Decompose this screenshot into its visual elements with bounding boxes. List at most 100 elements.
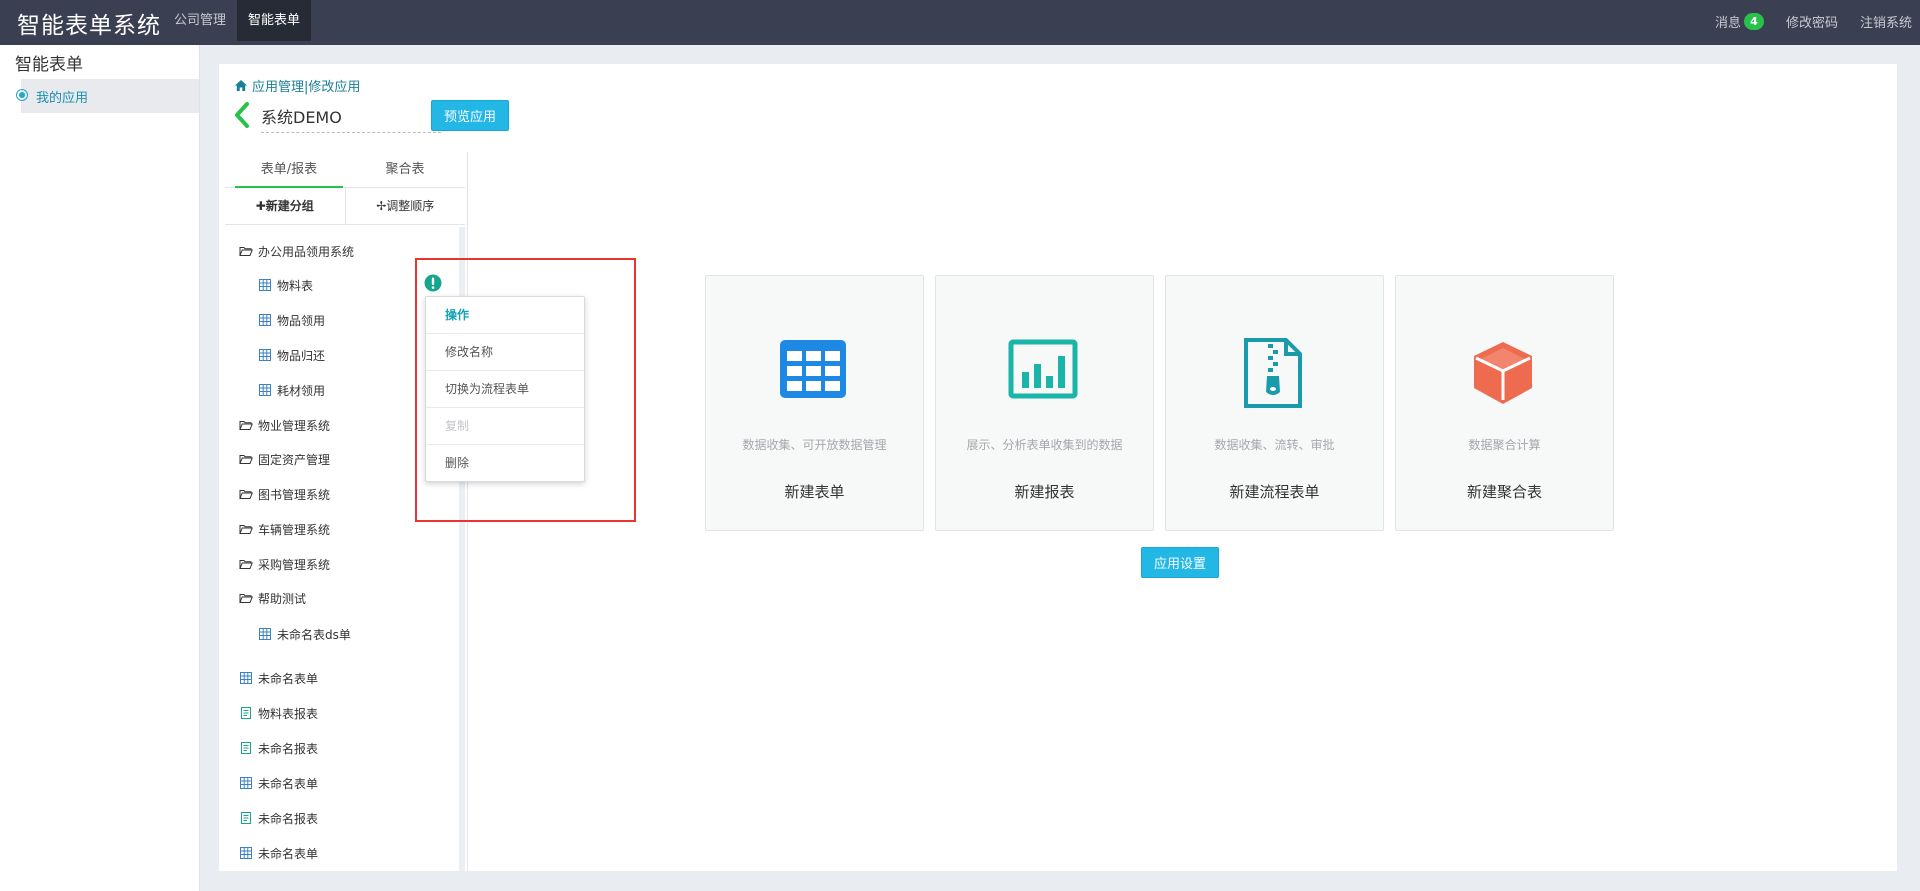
preview-app-button[interactable]: 预览应用	[431, 100, 509, 131]
tree-folder[interactable]: 固定资产管理	[239, 448, 330, 470]
tree-folder[interactable]: 车辆管理系统	[239, 518, 330, 540]
card-title: 新建聚合表	[1466, 483, 1542, 501]
tree-folder[interactable]: 物业管理系统	[239, 414, 330, 436]
card-description: 数据收集、流转、审批	[1214, 438, 1335, 452]
tree-item-label: 物料表	[277, 278, 314, 293]
new-group-label: 新建分组	[265, 199, 314, 213]
tree-item-label: 未命名表ds单	[277, 627, 351, 642]
folder-icon	[239, 490, 253, 499]
folder-icon	[239, 560, 253, 569]
context-menu-header: 操作	[426, 297, 584, 334]
table-icon	[780, 340, 846, 398]
card-description: 展示、分析表单收集到的数据	[966, 438, 1123, 452]
radio-dot-icon	[16, 89, 28, 101]
tree-item-label: 帮助测试	[258, 591, 307, 606]
cube-icon	[1474, 342, 1532, 404]
tree-folder[interactable]: 帮助测试	[239, 587, 306, 609]
tree-item-label: 采购管理系统	[258, 557, 331, 572]
tree-tabs: 表单/报表 聚合表	[225, 152, 465, 188]
tree-item-label: 物料表报表	[258, 706, 319, 721]
tree-item-label: 图书管理系统	[258, 487, 331, 502]
app-name[interactable]: 系统DEMO	[261, 104, 441, 133]
table-grid-icon	[259, 279, 271, 291]
table-grid-icon	[259, 314, 271, 326]
tree-item-label: 未命名表单	[258, 846, 319, 861]
tree-item[interactable]: 未命名表ds单	[258, 623, 351, 645]
sidebar-item-my-apps[interactable]: 我的应用	[21, 79, 199, 113]
tree-item-label: 物业管理系统	[258, 418, 331, 433]
tab-aggregate[interactable]: 聚合表	[345, 152, 465, 188]
top-navbar: 智能表单系统 公司管理 智能表单 消息 4 修改密码 注销系统	[0, 0, 1920, 45]
tree-item[interactable]: 物料表报表	[239, 702, 318, 724]
move-icon: ✢	[376, 199, 387, 213]
messages-link[interactable]: 消息 4	[1715, 12, 1764, 31]
tree-item[interactable]: 未命名报表	[239, 807, 318, 829]
bar-chart-icon	[1008, 339, 1078, 399]
table-grid-icon	[240, 777, 252, 789]
plus-icon: ✚	[255, 199, 266, 213]
zip-file-icon	[1244, 338, 1302, 408]
menu-item-switch-workflow[interactable]: 切换为流程表单	[426, 371, 584, 408]
tree-item-label: 未命名报表	[258, 811, 319, 826]
reorder-label: 调整顺序	[386, 199, 435, 213]
table-grid-icon	[240, 672, 252, 684]
tree-folder[interactable]: 采购管理系统	[239, 553, 330, 575]
home-icon	[235, 80, 247, 91]
tree-folder[interactable]: 办公用品领用系统	[239, 240, 354, 262]
card-description: 数据聚合计算	[1468, 438, 1541, 452]
sidebar-title: 智能表单	[15, 55, 83, 75]
top-right-menu: 消息 4 修改密码 注销系统	[1693, 0, 1912, 43]
tree-item-label: 未命名表单	[258, 776, 319, 791]
tree-item[interactable]: 未命名表单	[239, 772, 318, 794]
tree-item-label: 未命名表单	[258, 671, 319, 686]
table-grid-icon	[259, 349, 271, 361]
table-grid-icon	[240, 847, 252, 859]
new-group-button[interactable]: ✚新建分组	[225, 188, 345, 225]
app-settings-button[interactable]: 应用设置	[1141, 547, 1219, 578]
create-card-1[interactable]: 数据收集、可开放数据管理新建表单	[705, 275, 924, 531]
tree-item[interactable]: 物料表	[258, 274, 313, 296]
tree-item[interactable]: 未命名报表	[239, 737, 318, 759]
table-grid-icon	[259, 628, 271, 640]
folder-icon	[239, 594, 253, 603]
create-card-2[interactable]: 展示、分析表单收集到的数据新建报表	[935, 275, 1154, 531]
tree-item[interactable]: 物品领用	[258, 309, 325, 331]
tree-item-label: 物品领用	[277, 313, 326, 328]
create-card-4[interactable]: 数据聚合计算新建聚合表	[1395, 275, 1614, 531]
card-title: 新建表单	[784, 483, 845, 501]
card-description: 数据收集、可开放数据管理	[742, 438, 887, 452]
card-title: 新建报表	[1014, 483, 1075, 501]
breadcrumb[interactable]: 应用管理|修改应用	[235, 76, 360, 95]
tree-item[interactable]: 耗材领用	[258, 379, 325, 401]
folder-icon	[239, 525, 253, 534]
back-chevron-icon[interactable]	[234, 102, 250, 128]
menu-item-copy: 复制	[426, 408, 584, 445]
tree-item[interactable]: 物品归还	[258, 344, 325, 366]
brand-title: 智能表单系统	[17, 13, 161, 39]
nav-smart-form[interactable]: 智能表单	[237, 0, 312, 41]
nav-company-management[interactable]: 公司管理	[163, 0, 237, 41]
menu-item-delete[interactable]: 删除	[426, 445, 584, 482]
reorder-button[interactable]: ✢调整顺序	[344, 188, 466, 225]
tree-toolbar: ✚新建分组 ✢调整顺序	[225, 188, 465, 225]
create-card-3[interactable]: 数据收集、流转、审批 新建流程表单	[1165, 275, 1384, 531]
tree-item-label: 物品归还	[277, 348, 326, 363]
exclamation-icon[interactable]	[424, 274, 442, 292]
logout-link[interactable]: 注销系统	[1860, 12, 1912, 31]
folder-icon	[239, 455, 253, 464]
report-icon	[241, 742, 251, 754]
menu-item-rename[interactable]: 修改名称	[426, 334, 584, 371]
top-nav: 公司管理 智能表单	[163, 0, 312, 41]
tree-item-label: 车辆管理系统	[258, 522, 331, 537]
tree-item[interactable]: 未命名表单	[239, 842, 318, 864]
messages-badge: 4	[1743, 13, 1764, 30]
folder-icon	[239, 421, 253, 430]
breadcrumb-text: 应用管理|修改应用	[252, 80, 361, 95]
report-icon	[241, 812, 251, 824]
context-menu: 操作 修改名称 切换为流程表单 复制 删除	[425, 296, 585, 482]
tab-forms-reports[interactable]: 表单/报表	[235, 152, 343, 188]
tree-item[interactable]: 未命名表单	[239, 667, 318, 689]
change-password-link[interactable]: 修改密码	[1786, 12, 1838, 31]
tree-folder[interactable]: 图书管理系统	[239, 483, 330, 505]
table-grid-icon	[259, 384, 271, 396]
